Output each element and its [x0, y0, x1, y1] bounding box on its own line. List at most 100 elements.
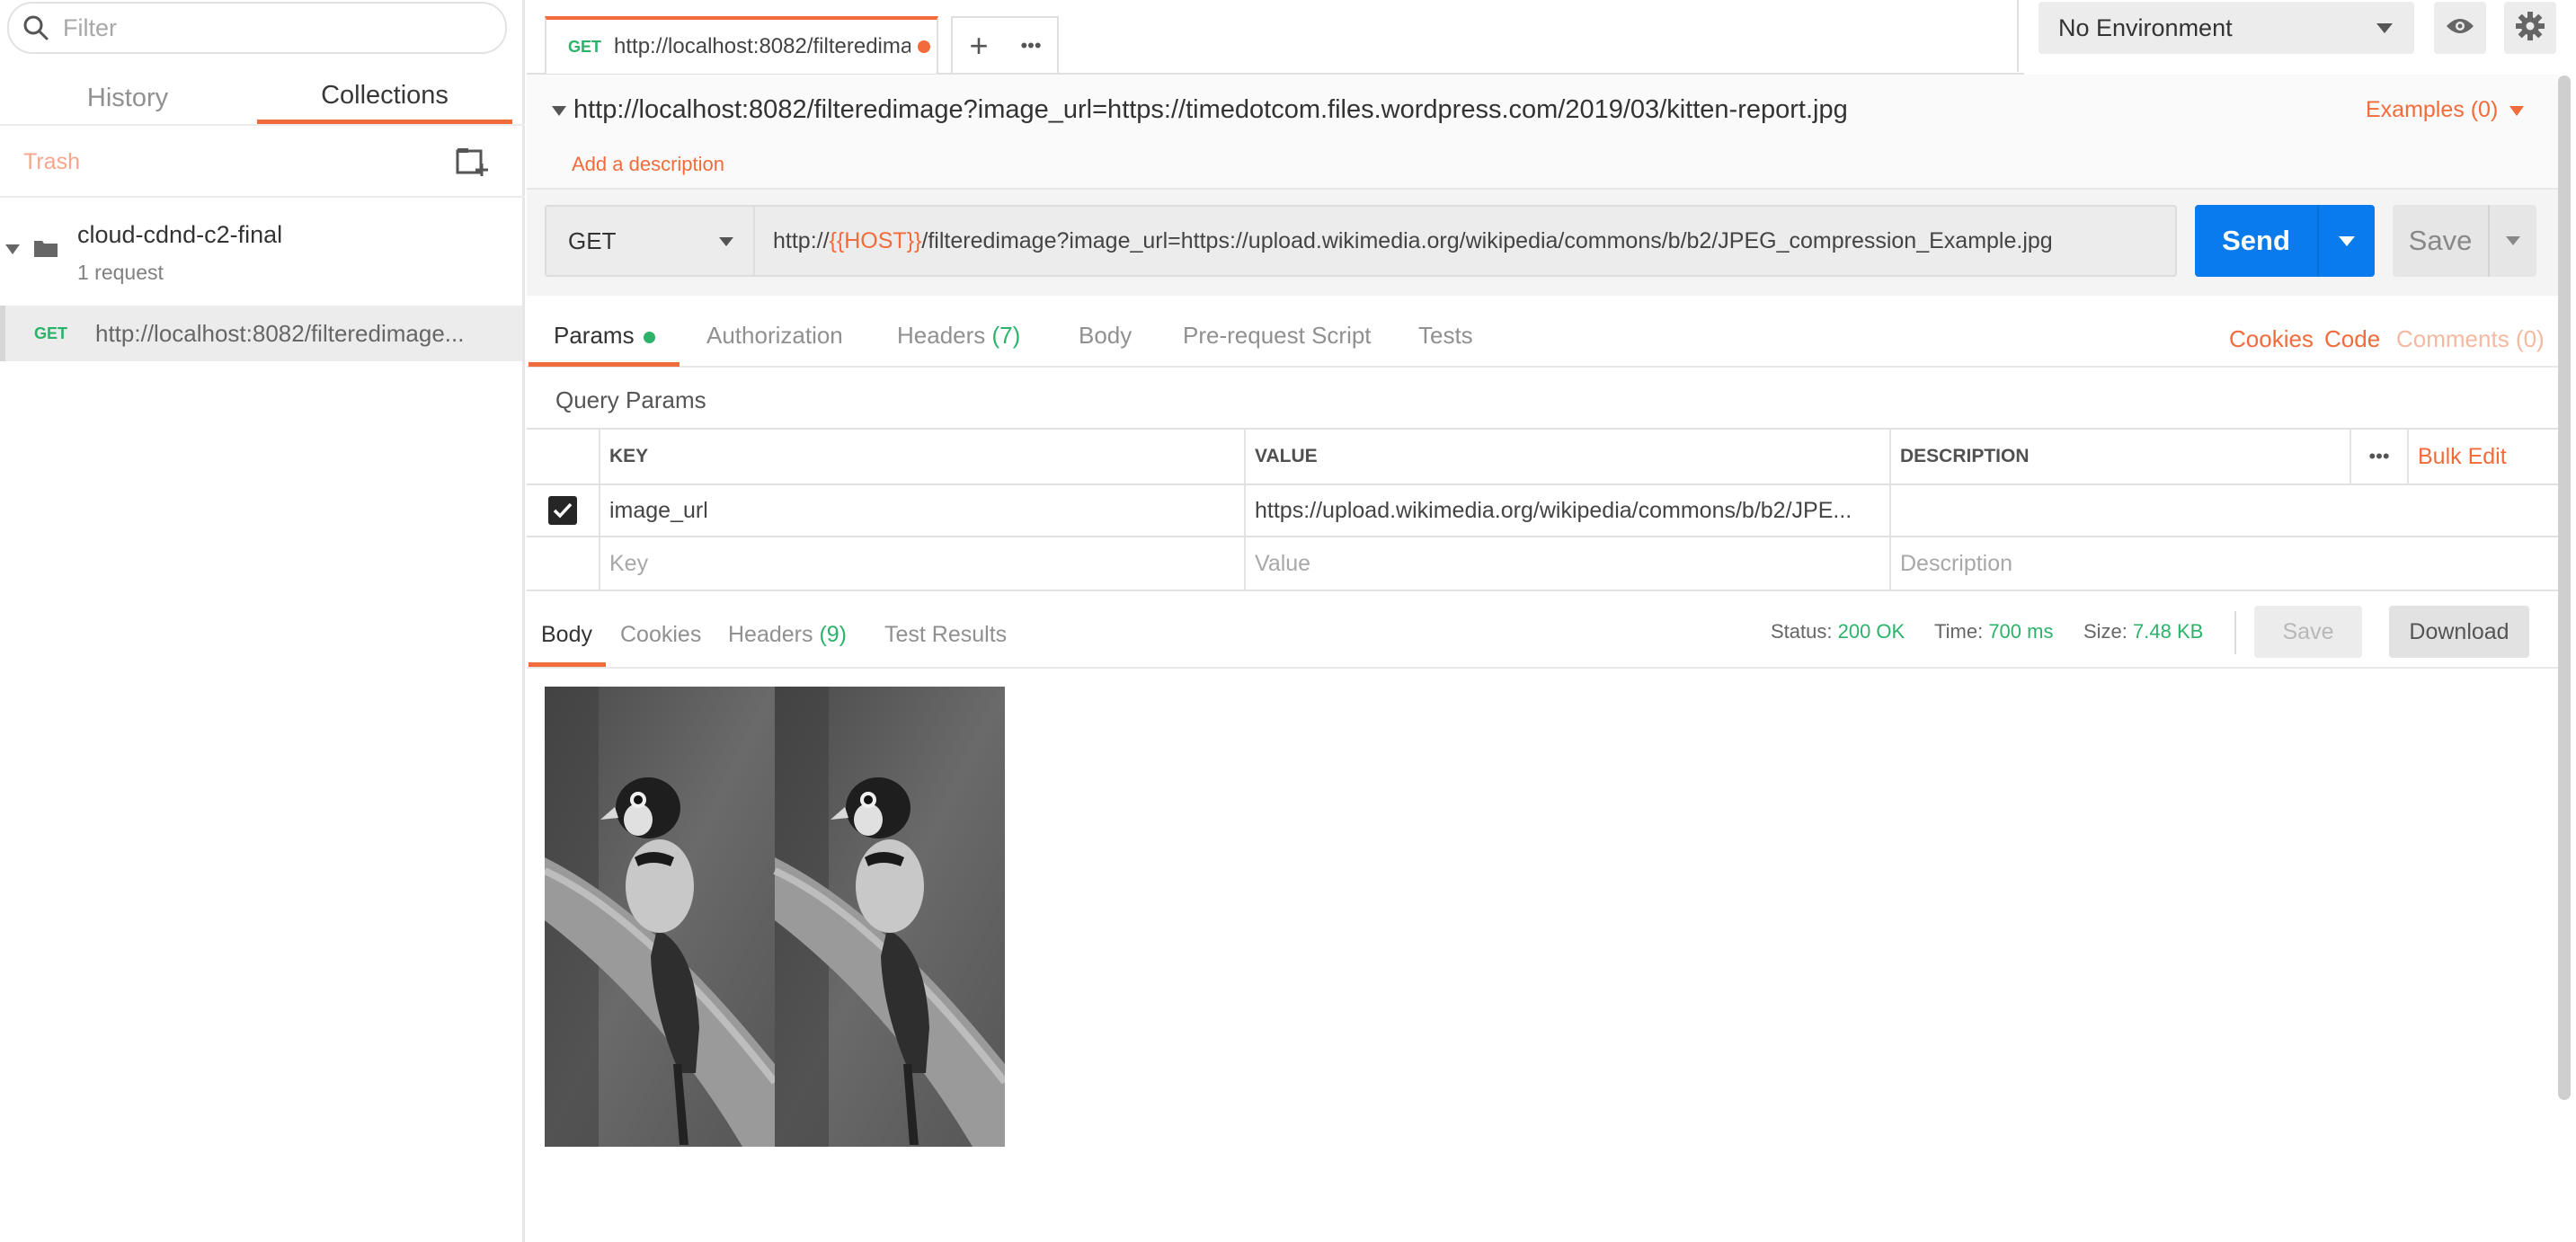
new-param-description-input[interactable]: Description	[1891, 537, 2558, 590]
url-variable: {{HOST}}	[829, 227, 922, 253]
chevron-down-icon	[2339, 235, 2355, 246]
tab-body[interactable]: Body	[1079, 322, 1132, 367]
collection-name[interactable]: cloud-cdnd-c2-final	[77, 221, 282, 249]
download-button[interactable]: Download	[2389, 606, 2529, 658]
column-header-value: VALUE	[1246, 430, 1891, 483]
save-button[interactable]: Save	[2393, 205, 2536, 277]
tab-authorization[interactable]: Authorization	[706, 322, 843, 367]
divider	[2017, 0, 2019, 72]
tab-headers-label: Headers	[897, 322, 986, 349]
environment-value: No Environment	[2058, 13, 2233, 41]
save-response-button[interactable]: Save	[2254, 606, 2362, 658]
url-suffix: /filteredimage?image_url=https://upload.…	[921, 227, 2053, 253]
settings-button[interactable]	[2504, 2, 2556, 54]
more-options-button[interactable]: •••	[2349, 430, 2409, 483]
request-method: GET	[34, 324, 68, 342]
divider	[0, 196, 525, 198]
column-header-key: KEY	[600, 430, 1246, 483]
tab-tests[interactable]: Tests	[1418, 322, 1473, 367]
sidebar: Filter History Collections Trash cloud-c…	[0, 0, 525, 1242]
tab-actions: + •••	[951, 16, 1059, 74]
time-meta: Time: 700 ms	[1934, 620, 2053, 643]
chevron-down-icon	[2506, 236, 2520, 245]
request-tab[interactable]: GET http://localhost:8082/filteredima	[545, 16, 938, 74]
response-tab-test-results[interactable]: Test Results	[884, 622, 1007, 667]
tab-collections[interactable]: Collections	[257, 72, 512, 124]
url-prefix: http://	[773, 227, 830, 253]
size-meta: Size: 7.48 KB	[2083, 620, 2203, 643]
filter-input[interactable]: Filter	[7, 2, 507, 54]
request-title[interactable]: http://localhost:8082/filteredimage?imag…	[573, 95, 1848, 125]
examples-link[interactable]: Examples (0)	[2366, 97, 2498, 123]
trash-link[interactable]: Trash	[23, 149, 80, 175]
environment-select[interactable]: No Environment	[2039, 2, 2414, 54]
request-header	[527, 75, 2560, 188]
table-row: Key Value Description	[527, 536, 2558, 591]
tab-label: http://localhost:8082/filteredima	[614, 34, 911, 58]
param-value[interactable]: https://upload.wikimedia.org/wikipedia/c…	[1246, 485, 1891, 536]
save-options-button[interactable]	[2490, 236, 2536, 245]
comments-link[interactable]: Comments (0)	[2396, 325, 2545, 353]
tab-collections-label: Collections	[321, 81, 449, 110]
folder-icon	[34, 239, 58, 257]
response-image	[545, 687, 1005, 1147]
time-value[interactable]: 700 ms	[1988, 620, 2053, 643]
params-active-dot-icon	[643, 331, 655, 343]
search-icon	[9, 14, 63, 41]
size-value[interactable]: 7.48 KB	[2133, 620, 2203, 643]
chevron-down-icon[interactable]	[2509, 106, 2524, 116]
add-tab-button[interactable]: +	[953, 18, 1005, 74]
param-enabled-checkbox[interactable]	[548, 496, 577, 525]
save-label: Save	[2408, 225, 2473, 256]
environment-quick-look-button[interactable]	[2434, 2, 2486, 54]
send-label: Send	[2222, 225, 2290, 256]
method-select[interactable]: GET	[545, 205, 755, 277]
response-tab-headers[interactable]: Headers (9)	[728, 622, 847, 667]
bulk-edit-link[interactable]: Bulk Edit	[2409, 430, 2558, 483]
chevron-down-icon[interactable]	[552, 106, 566, 116]
tab-headers[interactable]: Headers (7)	[897, 322, 1020, 367]
cookies-link[interactable]: Cookies	[2229, 325, 2314, 353]
tab-prerequest-script[interactable]: Pre-request Script	[1183, 322, 1372, 367]
column-header-description: DESCRIPTION	[1900, 446, 2030, 466]
size-label: Size:	[2083, 620, 2127, 643]
checkmark-icon	[553, 502, 573, 519]
divider	[0, 124, 525, 126]
param-description[interactable]	[1891, 485, 2558, 536]
time-label: Time:	[1934, 620, 1984, 643]
chevron-down-icon[interactable]	[5, 244, 20, 254]
code-link[interactable]: Code	[2324, 325, 2380, 353]
new-collection-icon[interactable]	[455, 146, 489, 178]
tab-history[interactable]: History	[0, 72, 255, 124]
table-row: image_url https://upload.wikimedia.org/w…	[527, 483, 2558, 537]
sidebar-request-item[interactable]: GET http://localhost:8082/filteredimage.…	[0, 306, 522, 361]
method-value: GET	[568, 226, 617, 254]
tab-params[interactable]: Params	[529, 322, 680, 367]
response-headers-count: (9)	[819, 622, 848, 647]
send-button[interactable]: Send	[2195, 205, 2375, 277]
new-param-value-input[interactable]: Value	[1246, 537, 1891, 590]
request-url: http://localhost:8082/filteredimage...	[95, 319, 465, 347]
status-value[interactable]: 200 OK	[1838, 620, 1905, 643]
param-key[interactable]: image_url	[600, 485, 1246, 536]
status-label: Status:	[1771, 620, 1833, 643]
unsaved-dot-icon	[918, 40, 931, 53]
divider	[2234, 611, 2236, 654]
table-header-row: KEY VALUE DESCRIPTION ••• Bulk Edit	[527, 428, 2558, 485]
scrollbar[interactable]	[2558, 75, 2571, 1100]
chevron-down-icon	[719, 237, 733, 246]
status-meta: Status: 200 OK	[1771, 620, 1905, 643]
url-input[interactable]: http://{{HOST}}/filteredimage?image_url=…	[755, 205, 2177, 277]
new-param-key-input[interactable]: Key	[600, 537, 1246, 590]
response-tab-body[interactable]: Body	[529, 622, 606, 667]
tab-headers-count: (7)	[991, 322, 1021, 349]
more-tabs-button[interactable]: •••	[1005, 18, 1057, 74]
eye-icon	[2446, 17, 2474, 40]
add-description-link[interactable]: Add a description	[572, 153, 724, 176]
response-tab-cookies[interactable]: Cookies	[620, 622, 701, 667]
query-params-title: Query Params	[555, 386, 706, 413]
filter-placeholder: Filter	[63, 13, 117, 41]
gear-icon	[2515, 11, 2545, 46]
send-options-button[interactable]	[2319, 235, 2375, 246]
tab-method: GET	[568, 37, 602, 56]
